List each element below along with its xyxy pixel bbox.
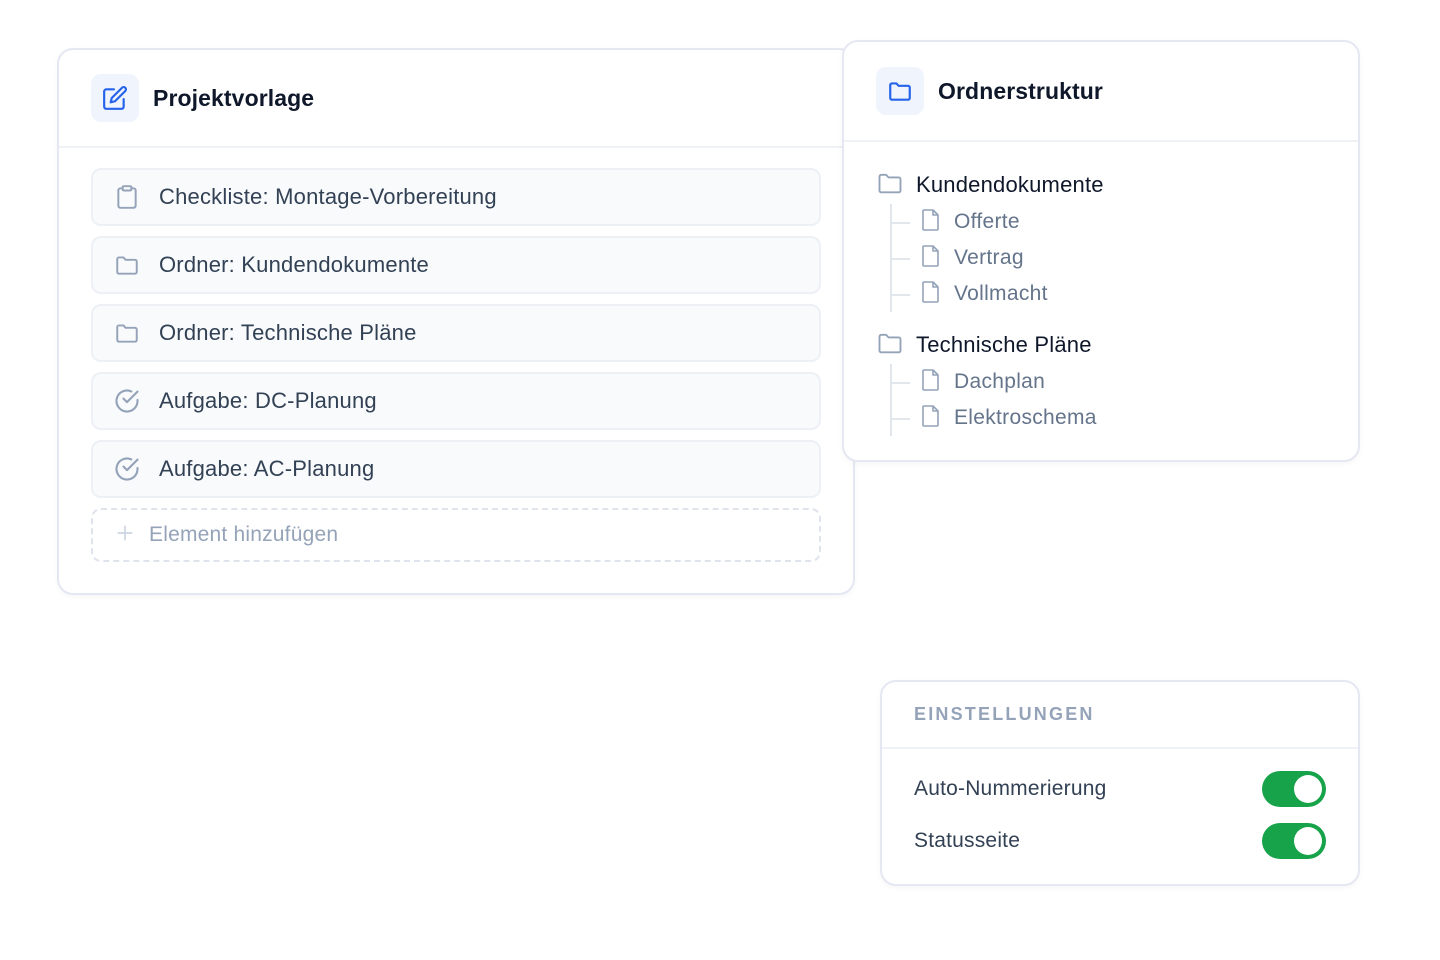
tree-file[interactable]: Vertrag xyxy=(890,240,1326,276)
template-item-folder-customer[interactable]: Ordner: Kundendokumente xyxy=(91,236,821,294)
file-icon xyxy=(920,368,942,397)
folder-tree: Kundendokumente Offerte Vertrag Vollmach… xyxy=(844,142,1358,436)
toggle-knob xyxy=(1294,827,1322,855)
setting-label: Auto-Nummerierung xyxy=(914,777,1107,800)
tree-folder-customer[interactable]: Kundendokumente xyxy=(876,168,1326,202)
template-item-label: Ordner: Technische Pläne xyxy=(159,320,417,345)
template-item-label: Ordner: Kundendokumente xyxy=(159,252,429,277)
toggle-knob xyxy=(1294,775,1322,803)
add-element-button[interactable]: Element hinzufügen xyxy=(91,508,821,562)
settings-card: EINSTELLUNGEN Auto-Nummerierung Statusse… xyxy=(880,680,1360,886)
folder-structure-card: Ordnerstruktur Kundendokumente Offerte V… xyxy=(842,40,1360,462)
project-template-card: Projektvorlage Checkliste: Montage-Vorbe… xyxy=(57,48,855,595)
settings-header: EINSTELLUNGEN xyxy=(882,682,1358,749)
tree-file[interactable]: Elektroschema xyxy=(890,400,1326,436)
folder-icon xyxy=(113,251,141,279)
project-template-header: Projektvorlage xyxy=(59,50,853,148)
settings-title: EINSTELLUNGEN xyxy=(914,704,1095,724)
edit-icon[interactable] xyxy=(91,74,139,122)
tree-folder-technical[interactable]: Technische Pläne xyxy=(876,328,1326,362)
tree-children: Dachplan Elektroschema xyxy=(890,364,1326,436)
plus-icon xyxy=(115,523,135,548)
folder-icon xyxy=(113,319,141,347)
template-item-list: Checkliste: Montage-Vorbereitung Ordner:… xyxy=(59,148,853,562)
check-circle-icon xyxy=(113,387,141,415)
template-item-label: Aufgabe: AC-Planung xyxy=(159,456,375,481)
auto-numbering-toggle[interactable] xyxy=(1262,771,1326,807)
setting-label: Statusseite xyxy=(914,829,1021,852)
folder-icon xyxy=(876,329,904,362)
status-page-toggle[interactable] xyxy=(1262,823,1326,859)
tree-children: Offerte Vertrag Vollmacht xyxy=(890,204,1326,312)
template-item-folder-technical[interactable]: Ordner: Technische Pläne xyxy=(91,304,821,362)
add-element-label: Element hinzufügen xyxy=(149,523,339,546)
template-item-label: Checkliste: Montage-Vorbereitung xyxy=(159,184,497,209)
tree-file-label: Dachplan xyxy=(954,370,1046,393)
tree-folder-label: Kundendokumente xyxy=(916,172,1104,197)
template-item-label: Aufgabe: DC-Planung xyxy=(159,388,377,413)
folder-structure-title: Ordnerstruktur xyxy=(938,77,1103,104)
template-item-task-dc[interactable]: Aufgabe: DC-Planung xyxy=(91,372,821,430)
check-circle-icon xyxy=(113,455,141,483)
tree-file[interactable]: Vollmacht xyxy=(890,276,1326,312)
project-template-title: Projektvorlage xyxy=(153,84,315,111)
folder-icon xyxy=(876,67,924,115)
tree-folder-label: Technische Pläne xyxy=(916,332,1092,357)
file-icon xyxy=(920,404,942,433)
template-item-task-ac[interactable]: Aufgabe: AC-Planung xyxy=(91,440,821,498)
tree-file[interactable]: Dachplan xyxy=(890,364,1326,400)
setting-auto-numbering: Auto-Nummerierung xyxy=(914,769,1326,809)
folder-icon xyxy=(876,169,904,202)
tree-file-label: Elektroschema xyxy=(954,406,1097,429)
file-icon xyxy=(920,280,942,309)
tree-file-label: Offerte xyxy=(954,210,1020,233)
setting-status-page: Statusseite xyxy=(914,821,1326,861)
clipboard-icon xyxy=(113,183,141,211)
tree-file-label: Vollmacht xyxy=(954,282,1048,305)
folder-structure-header: Ordnerstruktur xyxy=(844,42,1358,142)
settings-body: Auto-Nummerierung Statusseite xyxy=(882,749,1358,861)
tree-file[interactable]: Offerte xyxy=(890,204,1326,240)
template-item-checklist[interactable]: Checkliste: Montage-Vorbereitung xyxy=(91,168,821,226)
tree-file-label: Vertrag xyxy=(954,246,1024,269)
file-icon xyxy=(920,244,942,273)
file-icon xyxy=(920,208,942,237)
